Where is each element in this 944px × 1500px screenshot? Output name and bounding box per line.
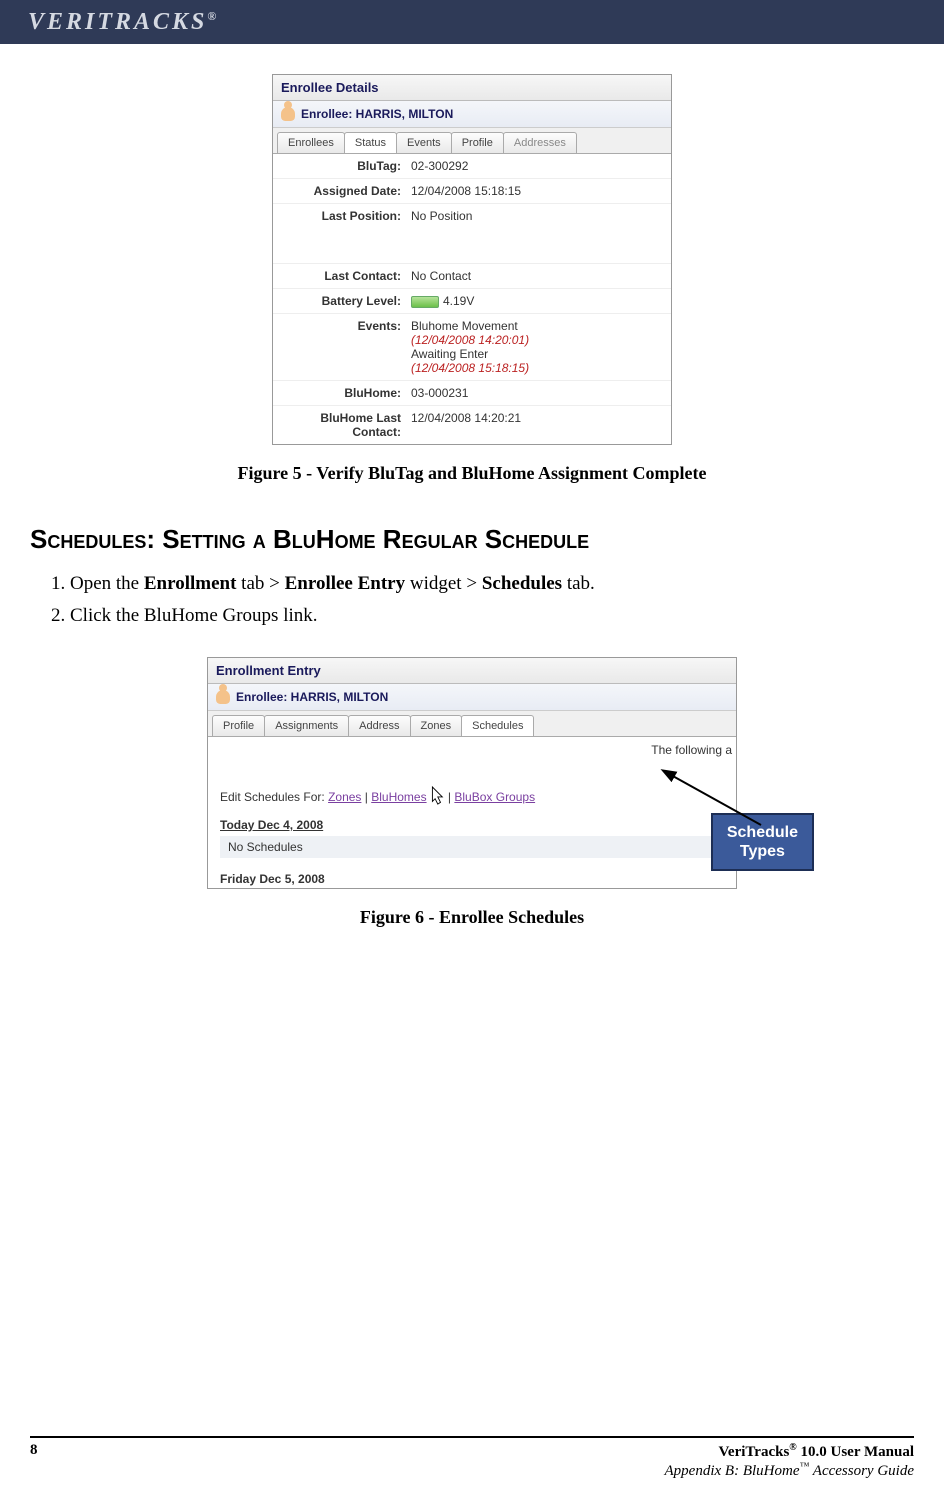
enrollee-bar-2: Enrollee: HARRIS, MILTON <box>208 684 736 711</box>
section-heading: Schedules: Setting a BluHome Regular Sch… <box>30 524 914 555</box>
brand-name: VERITRACKS <box>28 9 207 35</box>
tab-addresses[interactable]: Addresses <box>503 132 577 153</box>
brand-header: VERITRACKS® <box>0 0 944 44</box>
date-today: Today Dec 4, 2008 <box>220 814 724 834</box>
figure-5-caption: Figure 5 - Verify BluTag and BluHome Ass… <box>30 463 914 484</box>
enrollee-details-panel: Enrollee Details Enrollee: HARRIS, MILTO… <box>272 74 672 445</box>
label-blutag: BluTag: <box>281 159 411 173</box>
row-battery-level: Battery Level: 4.19V <box>273 289 671 314</box>
event-2-time: (12/04/2008 15:18:15) <box>411 361 663 375</box>
label-events: Events: <box>281 319 411 375</box>
panel-title: Enrollee Details <box>273 75 671 101</box>
brand-reg: ® <box>207 9 219 23</box>
enrollee-name: Enrollee: HARRIS, MILTON <box>301 107 453 121</box>
steps-list: Open the Enrollment tab > Enrollee Entry… <box>70 573 914 627</box>
footer-right: VeriTracks® 10.0 User Manual Appendix B:… <box>665 1442 914 1480</box>
enrollee-bar: Enrollee: HARRIS, MILTON <box>273 101 671 128</box>
value-battery-level: 4.19V <box>411 294 663 308</box>
tabs-row-2: Profile Assignments Address Zones Schedu… <box>208 711 736 736</box>
link-blubox-groups[interactable]: BluBox Groups <box>454 790 535 804</box>
tab-assignments[interactable]: Assignments <box>264 715 349 736</box>
value-events: Bluhome Movement (12/04/2008 14:20:01) A… <box>411 319 663 375</box>
value-last-contact: No Contact <box>411 269 663 283</box>
label-assigned-date: Assigned Date: <box>281 184 411 198</box>
value-blutag: 02-300292 <box>411 159 663 173</box>
row-bluhome-last-contact: BluHome Last Contact: 12/04/2008 14:20:2… <box>273 406 671 444</box>
row-last-contact: Last Contact: No Contact <box>273 264 671 289</box>
footer-line-2: Appendix B: BluHome™ Accessory Guide <box>665 1461 914 1480</box>
cut-off-text: The following a <box>208 737 736 763</box>
page-number: 8 <box>30 1442 38 1480</box>
tab-address[interactable]: Address <box>348 715 410 736</box>
value-bluhome-last-contact: 12/04/2008 14:20:21 <box>411 411 663 439</box>
brand-logo: VERITRACKS® <box>28 9 219 36</box>
event-1-time: (12/04/2008 14:20:01) <box>411 333 663 347</box>
no-schedules: No Schedules <box>220 836 724 858</box>
row-assigned-date: Assigned Date: 12/04/2008 15:18:15 <box>273 179 671 204</box>
tab-profile-2[interactable]: Profile <box>212 715 265 736</box>
row-bluhome: BluHome: 03-000231 <box>273 381 671 406</box>
step-2: Click the BluHome Groups link. <box>70 605 914 627</box>
link-zones[interactable]: Zones <box>328 790 361 804</box>
label-last-position: Last Position: <box>281 209 411 258</box>
callout-schedule-types: Schedule Types <box>711 813 814 871</box>
row-last-position: Last Position: No Position <box>273 204 671 264</box>
tab-zones[interactable]: Zones <box>410 715 463 736</box>
event-2-name: Awaiting Enter <box>411 347 663 361</box>
value-assigned-date: 12/04/2008 15:18:15 <box>411 184 663 198</box>
label-battery-level: Battery Level: <box>281 294 411 308</box>
label-bluhome-last-contact: BluHome Last Contact: <box>281 411 411 439</box>
callout-arrow-icon <box>651 765 791 835</box>
tab-enrollees[interactable]: Enrollees <box>277 132 345 153</box>
tab-schedules[interactable]: Schedules <box>461 715 534 736</box>
edit-schedules-line: Edit Schedules For: Zones | BluHomes | B… <box>220 773 724 814</box>
figure-6-caption: Figure 6 - Enrollee Schedules <box>30 907 914 928</box>
tabs-row: Enrollees Status Events Profile Addresse… <box>273 128 671 153</box>
enrollee-name-2: Enrollee: HARRIS, MILTON <box>236 690 388 704</box>
footer-line-1: VeriTracks® 10.0 User Manual <box>665 1442 914 1461</box>
callout-line-2: Types <box>727 842 798 861</box>
battery-icon <box>411 296 439 308</box>
link-bluhomes[interactable]: BluHomes <box>371 790 426 804</box>
panel2-title: Enrollment Entry <box>208 658 736 684</box>
row-events: Events: Bluhome Movement (12/04/2008 14:… <box>273 314 671 381</box>
tab-profile[interactable]: Profile <box>451 132 504 153</box>
tab-events[interactable]: Events <box>396 132 452 153</box>
label-last-contact: Last Contact: <box>281 269 411 283</box>
cursor-icon <box>427 785 445 807</box>
battery-voltage: 4.19V <box>443 294 474 308</box>
row-blutag: BluTag: 02-300292 <box>273 154 671 179</box>
tab-status[interactable]: Status <box>344 132 397 153</box>
label-bluhome: BluHome: <box>281 386 411 400</box>
value-bluhome: 03-000231 <box>411 386 663 400</box>
value-last-position: No Position <box>411 209 663 258</box>
date-friday: Friday Dec 5, 2008 <box>220 868 724 888</box>
person-icon <box>216 690 230 704</box>
person-icon <box>281 107 295 121</box>
page-footer: 8 VeriTracks® 10.0 User Manual Appendix … <box>30 1436 914 1480</box>
event-1-name: Bluhome Movement <box>411 319 663 333</box>
step-1: Open the Enrollment tab > Enrollee Entry… <box>70 573 914 595</box>
edit-prefix: Edit Schedules For: <box>220 790 328 804</box>
